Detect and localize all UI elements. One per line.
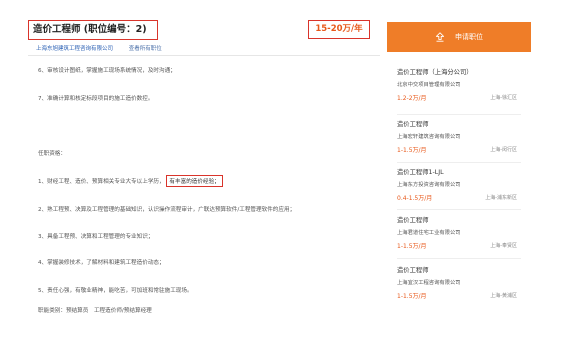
similar-job-location: 上海-奉贤区 — [490, 243, 517, 249]
similar-job-company[interactable]: 上海东方投资咨询有限公司 — [397, 181, 517, 189]
view-all-jobs-link[interactable]: 查看所有职位 — [129, 46, 162, 52]
similar-job-item[interactable]: 造价工程师 上海君道住宅工业有限公司 1-1.5万/月 上海-奉贤区 — [397, 216, 517, 251]
description-line: 7、准确计算和核定标段项目的施工造价数控。 — [38, 96, 154, 102]
similar-job-location: 上海-黄浦区 — [490, 293, 517, 299]
similar-job-salary: 0.4-1.5万/月 — [397, 195, 433, 202]
description-line: 6、审核设计图纸，掌握施工现场系统情况，及时沟通； — [38, 68, 176, 74]
requirements-heading: 任职资格： — [38, 151, 66, 157]
similar-job-company[interactable]: 上海宏轩建筑咨询有限公司 — [397, 133, 517, 141]
similar-job-salary: 1-1.5万/月 — [397, 147, 427, 154]
similar-job-location: 上海-浦东新区 — [485, 195, 517, 201]
description-line: 3、具备工程预、决算和工程管理的专业知识； — [38, 234, 154, 240]
similar-job-location: 上海-徐汇区 — [490, 95, 517, 101]
similar-job-title[interactable]: 造价工程师（上海分公司） — [397, 68, 517, 77]
similar-job-title[interactable]: 造价工程师1-LJL — [397, 168, 517, 177]
job-detail-page: 造价工程师 (职位编号：2) 上海东旭建筑工程咨询有限公司 查看所有职位 15-… — [0, 0, 563, 340]
similar-job-salary: 1-1.5万/月 — [397, 243, 427, 250]
description-line: 5、责任心强，有敬业精神，能吃苦，可加班和常驻施工现场。 — [38, 288, 193, 294]
salary-box: 15-20万/年 — [308, 20, 370, 39]
description-line: 1、财经工程、造价、预算相关专业大专以上学历， 有丰富的造价经验； — [38, 175, 223, 187]
apply-job-button[interactable]: 申请职位 — [387, 22, 531, 52]
apply-job-label: 申请职位 — [455, 33, 483, 41]
description-line: 2、熟工程预、决算及工程管理的基础知识，认识操作流程审计，广联达预算软件/工程管… — [38, 207, 296, 213]
similar-job-title[interactable]: 造价工程师 — [397, 216, 517, 225]
similar-job-title[interactable]: 造价工程师 — [397, 120, 517, 129]
sidebar-divider — [397, 114, 521, 115]
similar-job-company[interactable]: 上海宜汉工程咨询有限公司 — [397, 279, 517, 287]
similar-job-item[interactable]: 造价工程师 上海宜汉工程咨询有限公司 1-1.5万/月 上海-黄浦区 — [397, 266, 517, 301]
similar-job-company[interactable]: 北京中交项目管理有限公司 — [397, 81, 517, 89]
upload-icon — [435, 32, 445, 42]
similar-job-company[interactable]: 上海君道住宅工业有限公司 — [397, 229, 517, 237]
similar-job-title[interactable]: 造价工程师 — [397, 266, 517, 275]
similar-job-location: 上海-闵行区 — [490, 147, 517, 153]
job-category-line: 职能类别：预结算员 工程造价师/预结算经理 — [38, 308, 152, 314]
sidebar-divider — [397, 258, 521, 259]
sidebar-divider — [397, 209, 521, 210]
sidebar-divider — [397, 162, 521, 163]
job-title: 造价工程师 (职位编号：2) — [33, 24, 147, 35]
similar-job-item[interactable]: 造价工程师 上海宏轩建筑咨询有限公司 1-1.5万/月 上海-闵行区 — [397, 120, 517, 155]
similar-jobs-sidebar: 造价工程师（上海分公司） 北京中交项目管理有限公司 1.2-2万/月 上海-徐汇… — [387, 56, 531, 318]
header-divider — [28, 55, 380, 56]
similar-job-salary: 1.2-2万/月 — [397, 95, 427, 102]
highlighted-requirement: 有丰富的造价经验； — [166, 175, 223, 187]
salary-text: 15-20万/年 — [315, 24, 363, 34]
similar-job-item[interactable]: 造价工程师1-LJL 上海东方投资咨询有限公司 0.4-1.5万/月 上海-浦东… — [397, 168, 517, 203]
similar-job-salary: 1-1.5万/月 — [397, 293, 427, 300]
description-line-text: 1、财经工程、造价、预算相关专业大专以上学历， — [38, 179, 165, 185]
job-title-box: 造价工程师 (职位编号：2) — [28, 20, 158, 40]
company-link[interactable]: 上海东旭建筑工程咨询有限公司 — [36, 46, 113, 52]
company-line: 上海东旭建筑工程咨询有限公司 查看所有职位 — [36, 44, 162, 52]
description-line: 4、掌握装修技术，了解材料和建筑工程造价动态； — [38, 260, 165, 266]
similar-job-item[interactable]: 造价工程师（上海分公司） 北京中交项目管理有限公司 1.2-2万/月 上海-徐汇… — [397, 68, 517, 103]
